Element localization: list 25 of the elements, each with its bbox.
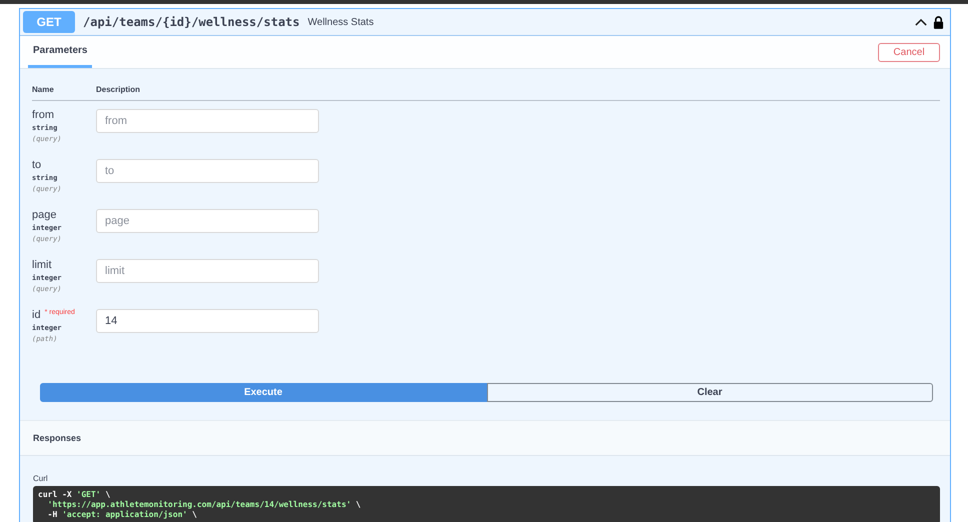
input-field[interactable]: 14 <box>96 309 319 333</box>
parameter-name: page <box>32 209 56 221</box>
cancel-button[interactable]: Cancel <box>878 42 940 62</box>
clear-button[interactable]: Clear <box>486 383 933 402</box>
operation-header[interactable]: GET /api/teams/{id}/wellness/stats Wellness Stats <box>20 9 950 36</box>
parameter-name: from <box>32 109 54 121</box>
code-line: -H 'accept: application/json' \ <box>46 510 198 520</box>
code-line: 'https://app.athletemonitoring.com/api/teams/14/wellness/stats' \ <box>46 500 362 510</box>
responses-heading: Responses <box>33 433 82 443</box>
code-line: curl -X 'GET' \ <box>38 490 112 500</box>
lock-icon[interactable] <box>933 16 944 28</box>
input-field[interactable]: from <box>96 109 319 133</box>
endpoint-summary: Wellness Stats <box>308 16 374 28</box>
endpoint-path: /api/teams/{id}/wellness/stats <box>83 15 300 29</box>
input-field[interactable]: page <box>96 209 319 233</box>
method-badge: GET <box>23 11 75 33</box>
parameter-name: to <box>32 159 42 171</box>
column-header: Name <box>32 85 55 94</box>
curl-label: Curl <box>33 474 49 483</box>
column-header: Description <box>96 85 140 94</box>
chevron-up-icon[interactable] <box>915 18 927 26</box>
parameter-name: limit <box>32 259 52 271</box>
parameter-name: id <box>32 309 41 321</box>
input-field[interactable]: limit <box>96 259 319 283</box>
input-field[interactable]: to <box>96 159 319 183</box>
